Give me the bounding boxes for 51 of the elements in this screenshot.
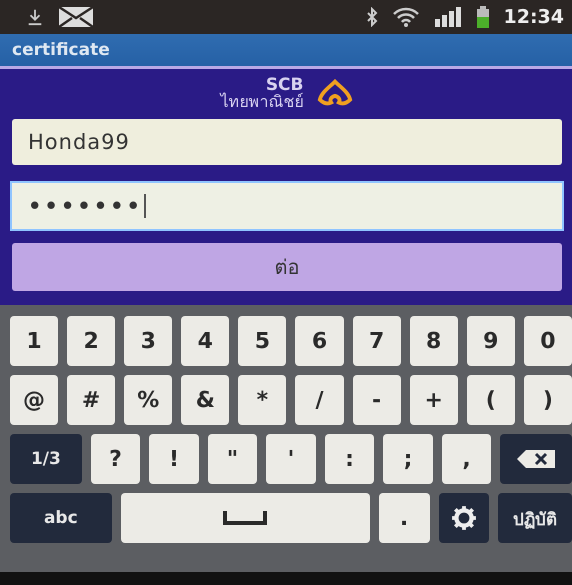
keyboard-key[interactable]: 1/3 [10, 434, 82, 484]
keyboard-key[interactable]: ; [383, 434, 433, 484]
keyboard-key[interactable]: # [67, 375, 116, 425]
keyboard-key[interactable]: & [181, 375, 230, 425]
keyboard-key[interactable]: 7 [352, 316, 401, 366]
space-key[interactable] [120, 493, 370, 543]
keyboard-key[interactable]: 8 [410, 316, 458, 366]
settings-icon [450, 505, 477, 531]
keyboard-key[interactable]: * [238, 375, 286, 425]
keyboard-key[interactable]: ปฏิบัติ [498, 493, 572, 543]
username-field[interactable]: Honda99 [12, 119, 562, 165]
password-field[interactable]: ••••••• [12, 183, 562, 229]
keyboard-key[interactable]: 9 [466, 316, 515, 366]
keyboard-key[interactable]: abc [10, 493, 112, 543]
bluetooth-icon [366, 7, 378, 27]
keyboard-key[interactable]: ! [149, 434, 199, 484]
keyboard-key[interactable]: , [442, 434, 492, 484]
keyboard-key[interactable]: + [410, 375, 458, 425]
backspace-key[interactable] [500, 434, 572, 484]
keyboard-key[interactable]: " [208, 434, 258, 484]
mail-icon [58, 6, 94, 28]
keyboard-key[interactable]: 6 [295, 316, 344, 366]
keyboard-key[interactable]: @ [10, 375, 58, 425]
wifi-icon [392, 6, 420, 28]
lotus-logo-icon [316, 78, 354, 108]
keyboard-key[interactable]: 0 [524, 316, 572, 366]
keyboard-key[interactable]: 2 [67, 316, 116, 366]
space-bar-icon [223, 511, 268, 525]
continue-button[interactable]: ต่อ [12, 243, 562, 291]
keyboard-key[interactable]: ( [466, 375, 515, 425]
settings-key[interactable] [438, 493, 490, 543]
keyboard-key[interactable]: - [352, 375, 401, 425]
clock-time: 12:34 [504, 6, 564, 28]
keyboard-key[interactable]: 5 [238, 316, 286, 366]
keyboard-key[interactable]: ' [266, 434, 316, 484]
keyboard-key[interactable]: / [295, 375, 344, 425]
keyboard-key[interactable]: : [324, 434, 374, 484]
keyboard-key[interactable]: ? [90, 434, 140, 484]
title-bar: certificate [0, 34, 572, 69]
brand-subtitle: ไทยพาณิชย์ [220, 94, 304, 110]
brand-name: SCB [266, 76, 304, 94]
download-icon [26, 7, 44, 27]
keyboard-key[interactable]: 4 [181, 316, 230, 366]
battery-icon [476, 6, 490, 28]
keyboard-key[interactable]: ) [524, 375, 572, 425]
backspace-icon [516, 449, 556, 469]
keyboard-key[interactable]: 3 [124, 316, 172, 366]
signal-icon [434, 7, 462, 27]
keyboard-key[interactable]: 1 [10, 316, 58, 366]
keyboard-key[interactable]: . [378, 493, 430, 543]
keyboard-key[interactable]: % [124, 375, 172, 425]
